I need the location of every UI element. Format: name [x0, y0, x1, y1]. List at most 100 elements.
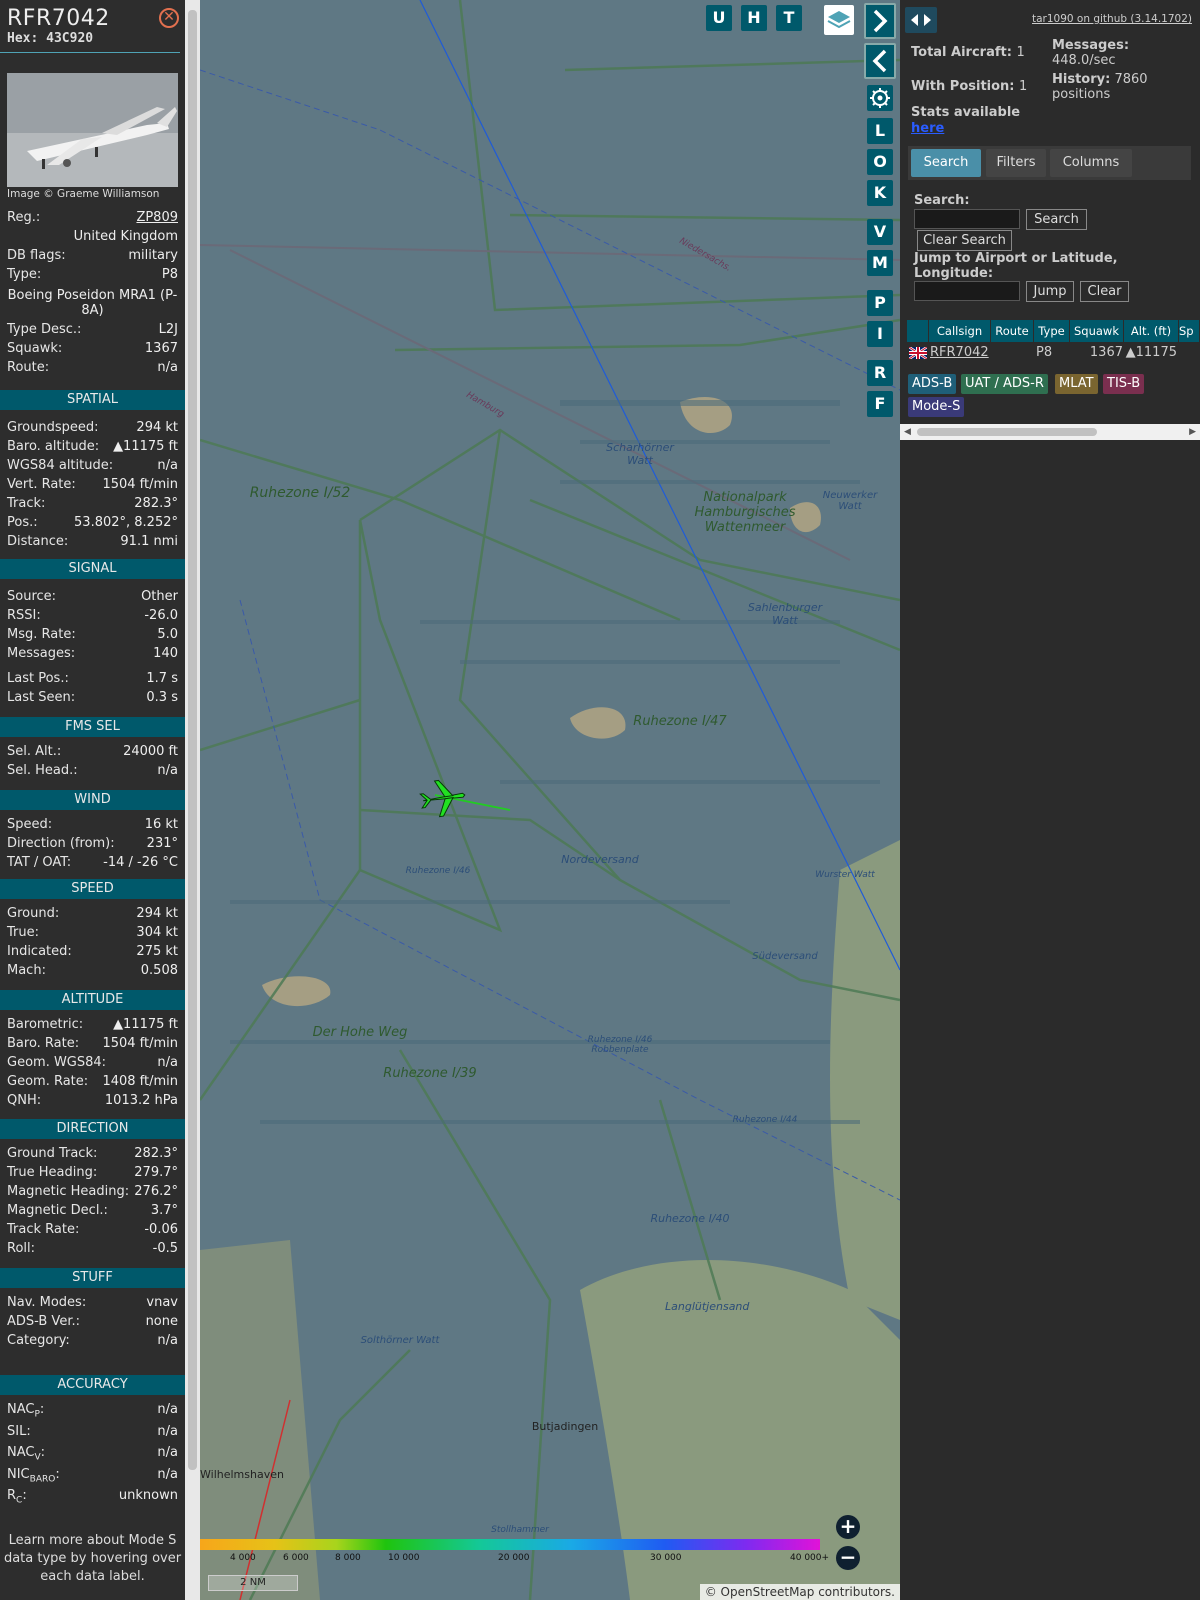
info-value: ▲11175 ft [113, 1017, 178, 1032]
search-input[interactable] [914, 209, 1020, 229]
source-badge[interactable]: UAT / ADS-R [961, 374, 1048, 394]
info-row: Sel. Head.: n/a [7, 763, 178, 778]
col-altitude[interactable]: Alt. (ft) [1124, 320, 1179, 342]
source-badge[interactable]: MLAT [1055, 374, 1098, 394]
with-position: With Position: 1 [911, 79, 1027, 94]
map-button-i[interactable]: I [867, 321, 893, 347]
row-callsign[interactable]: RFR7042 [930, 345, 989, 360]
info-label: Pos.: [7, 515, 38, 530]
aircraft-photo[interactable] [7, 73, 178, 187]
info-row: True: 304 kt [7, 925, 178, 940]
layers-button[interactable] [824, 5, 854, 35]
info-label: Source: [7, 589, 57, 604]
source-badge[interactable]: Mode-S [908, 397, 965, 417]
col-route[interactable]: Route [991, 320, 1034, 342]
info-label: Type: [7, 267, 42, 282]
info-label: True Heading: [7, 1165, 98, 1180]
source-badge[interactable]: ADS-B [908, 374, 957, 394]
map-label: Wilhelmshaven [200, 1468, 284, 1481]
info-row: Sel. Alt.: 24000 ft [7, 744, 178, 759]
legend-tick-label: 4 000 [230, 1553, 256, 1563]
toggle-panel-button[interactable] [905, 7, 937, 33]
map-button-f[interactable]: F [867, 391, 893, 417]
info-label: Groundspeed: [7, 420, 99, 435]
map-button-r[interactable]: R [867, 360, 893, 386]
map-button-m[interactable]: M [867, 250, 893, 276]
expand-panel-button[interactable] [864, 3, 896, 39]
search-button[interactable]: Search [1026, 209, 1087, 230]
scroll-right-icon[interactable]: ▶ [1189, 427, 1196, 437]
map-button-p[interactable]: P [867, 290, 893, 316]
map-button-u[interactable]: U [706, 5, 732, 31]
map-view[interactable]: Ruhezone I/52 Scharhörner Watt Nationalpar… [200, 0, 900, 1600]
info-label: DB flags: [7, 248, 66, 263]
tab-filters[interactable]: Filters [986, 149, 1046, 177]
map-label: Sahlenburger Watt [747, 601, 823, 627]
info-label: Barometric: [7, 1017, 84, 1032]
info-value: -14 / -26 °C [103, 855, 178, 870]
jump-input[interactable] [914, 281, 1020, 301]
legend-tick-label: 40 000+ [790, 1553, 830, 1563]
info-value: 231° [146, 836, 178, 851]
stats-link[interactable]: here [911, 121, 944, 136]
map-button-t[interactable]: T [776, 5, 802, 31]
zoom-out-button[interactable]: − [836, 1546, 860, 1570]
clear-search-button[interactable]: Clear Search [917, 230, 1012, 251]
col-flag[interactable] [907, 320, 929, 342]
collapse-panel-button[interactable] [864, 43, 896, 79]
map-label: Langlütjensand [665, 1300, 750, 1313]
map-button-k[interactable]: K [867, 180, 893, 206]
info-value: military [128, 248, 178, 263]
col-callsign[interactable]: Callsign [929, 320, 991, 342]
map-label: Solthörner Watt [360, 1335, 440, 1346]
map-label: Scharhörner Watt [606, 441, 674, 467]
info-value: 1.7 s [146, 671, 178, 686]
col-type[interactable]: Type [1034, 320, 1070, 342]
arrows-left-right-icon [911, 14, 931, 26]
info-row: Messages: 140 [7, 646, 178, 661]
jump-button[interactable]: Jump [1026, 281, 1074, 302]
aircraft-hex: Hex: 43C920 [7, 31, 93, 46]
source-badge[interactable]: TIS-B [1103, 374, 1145, 394]
osm-attribution[interactable]: © OpenStreetMap contributors. [699, 1584, 900, 1600]
map-button-l[interactable]: L [867, 118, 893, 144]
uk-flag-icon [909, 347, 927, 359]
map-button-v[interactable]: V [867, 219, 893, 245]
scroll-left-icon[interactable]: ◀ [904, 427, 911, 437]
info-label: SIL: [7, 1423, 31, 1439]
panel-horizontal-scrollbar[interactable]: ◀ ▶ [900, 424, 1200, 440]
col-speed[interactable]: Sp [1179, 320, 1200, 342]
table-row[interactable]: RFR7042 P8 1367 ▲11175 [907, 343, 1200, 363]
info-row: Nav. Modes: vnav [7, 1295, 178, 1310]
info-value: 91.1 nmi [120, 534, 178, 549]
settings-button[interactable] [867, 85, 893, 111]
info-row: Type Desc.: L2J [7, 322, 178, 337]
info-value: 304 kt [136, 925, 178, 940]
messages-label: Messages: [1052, 38, 1130, 53]
map-button-h[interactable]: H [741, 5, 767, 31]
info-row: Vert. Rate: 1504 ft/min [7, 477, 178, 492]
tab-columns[interactable]: Columns [1050, 149, 1132, 177]
sidebar-scrollbar-thumb[interactable] [188, 10, 197, 1470]
col-squawk[interactable]: Squawk [1070, 320, 1124, 342]
info-label: Indicated: [7, 944, 72, 959]
history-stat: History: 7860 positions [1052, 72, 1162, 102]
info-value[interactable]: ZP809 [136, 210, 178, 225]
map-button-o[interactable]: O [867, 149, 893, 175]
right-panel: tar1090 on github (3.14.1702) Total Airc… [900, 0, 1200, 1600]
info-label: NACP: [7, 1402, 45, 1420]
clear-button[interactable]: Clear [1080, 281, 1129, 302]
hex-label: Hex: [7, 31, 39, 46]
map-label: Wurster Watt [815, 870, 875, 880]
info-row: United Kingdom [7, 229, 178, 244]
info-row: Mach: 0.508 [7, 963, 178, 978]
github-link[interactable]: tar1090 on github (3.14.1702) [1032, 13, 1192, 25]
close-icon[interactable]: ✕ [159, 8, 179, 28]
map-label: Ruhezone I/47 [633, 714, 727, 729]
zoom-in-button[interactable]: + [836, 1515, 860, 1539]
info-label: Sel. Alt.: [7, 744, 62, 759]
tab-search[interactable]: Search [911, 149, 981, 177]
info-row: Reg.: ZP809 [7, 210, 178, 225]
scrollbar-thumb[interactable] [917, 428, 1097, 436]
info-label: Direction (from): [7, 836, 115, 851]
